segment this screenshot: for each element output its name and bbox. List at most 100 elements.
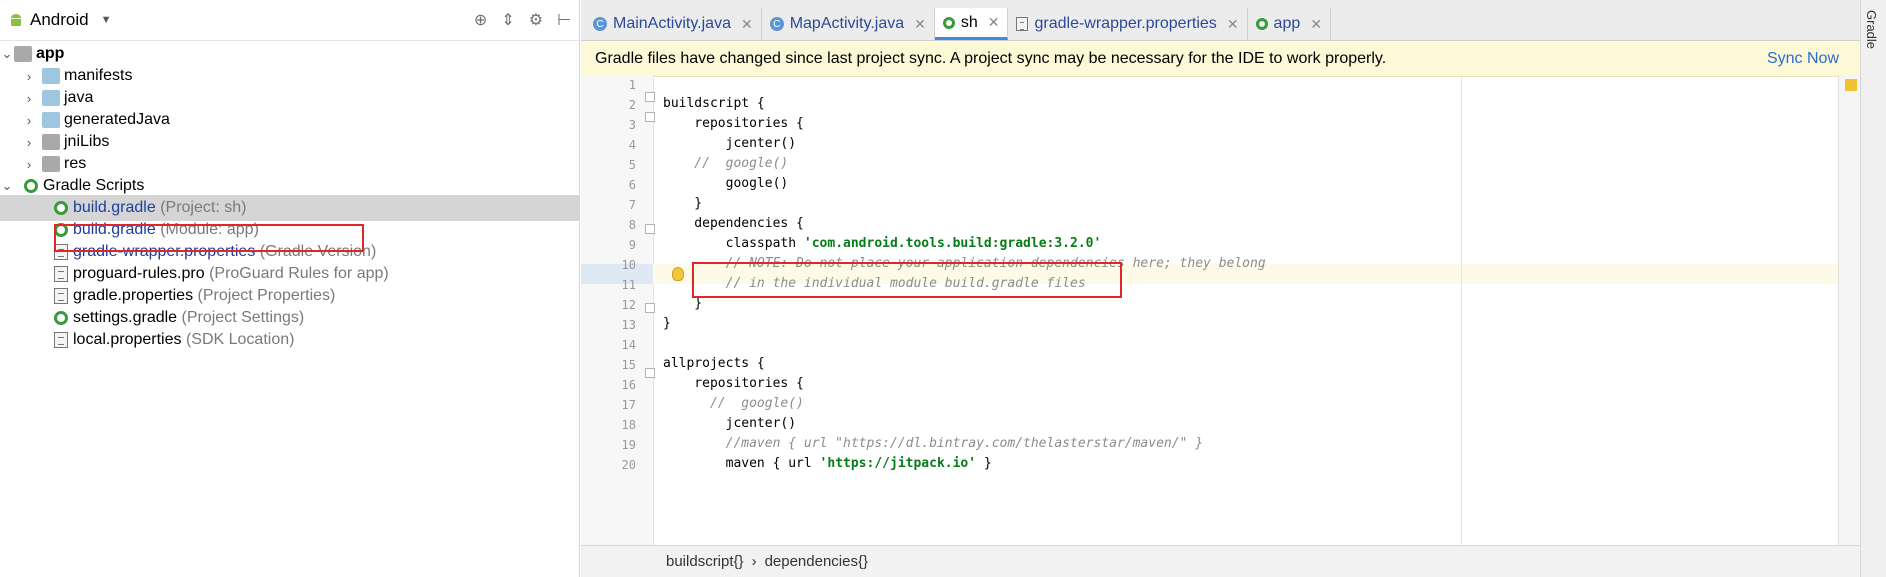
chevron-down-icon[interactable]: ▼	[101, 14, 112, 26]
project-view-selector[interactable]: Android ▼	[8, 10, 112, 30]
fold-marker-icon[interactable]	[645, 303, 655, 313]
line-number: 12	[621, 298, 636, 312]
code-line-comment: // google()	[663, 396, 804, 411]
tree-item-hint: (Project Properties)	[197, 287, 336, 304]
breadcrumb-separator: ›	[751, 553, 757, 570]
line-number: 4	[628, 138, 636, 152]
tree-item-label: java	[64, 89, 94, 106]
code-line: buildscript {	[663, 96, 765, 111]
close-icon[interactable]: ✕	[1310, 16, 1322, 33]
gradle-icon	[24, 179, 38, 193]
fold-marker-icon[interactable]	[645, 92, 655, 102]
code-line: google()	[663, 176, 789, 191]
breadcrumb-item[interactable]: dependencies{}	[765, 553, 868, 570]
fold-marker-icon[interactable]	[645, 368, 655, 378]
gradle-icon	[54, 311, 68, 325]
tree-item-label: manifests	[64, 67, 133, 84]
line-number: 16	[621, 378, 636, 392]
locate-icon[interactable]: ⊕	[474, 10, 487, 30]
right-tool-strip: Gradle	[1860, 0, 1886, 577]
chevron-right-icon[interactable]: ›	[22, 113, 36, 128]
fold-marker-icon[interactable]	[645, 224, 655, 234]
line-number: 6	[628, 178, 636, 192]
module-folder-icon	[14, 46, 32, 62]
tree-item-label: generatedJava	[64, 111, 170, 128]
properties-icon	[54, 288, 68, 304]
properties-icon	[54, 332, 68, 348]
code-line-comment: // google()	[663, 156, 789, 171]
chevron-down-icon[interactable]: ⌄	[0, 46, 14, 62]
tree-item-hint: (Project Settings)	[181, 309, 305, 326]
close-icon[interactable]: ✕	[741, 16, 753, 33]
code-content: buildscript { repositories { jcenter() /…	[663, 75, 1861, 545]
code-line: }	[663, 296, 703, 311]
chevron-right-icon[interactable]: ›	[22, 69, 36, 84]
hide-panel-icon[interactable]: ⊢	[557, 10, 571, 30]
tab-mainactivity[interactable]: C MainActivity.java ✕	[585, 8, 762, 40]
chevron-down-icon[interactable]: ⌄	[0, 178, 14, 194]
gear-icon[interactable]: ⚙	[529, 10, 543, 30]
tree-item-label: gradle.properties	[73, 287, 194, 304]
close-icon[interactable]: ✕	[914, 16, 926, 33]
folder-icon	[42, 68, 60, 84]
tab-app[interactable]: app ✕	[1248, 8, 1331, 40]
code-line-classpath: classpath 'com.android.tools.build:gradl…	[663, 236, 1102, 251]
banner-message: Gradle files have changed since last pro…	[595, 49, 1387, 67]
code-line: jcenter()	[663, 416, 797, 431]
line-number: 9	[628, 238, 636, 252]
code-line: repositories {	[663, 376, 804, 391]
line-number: 1	[628, 78, 636, 92]
tree-item-local-properties[interactable]: local.properties (SDK Location)	[0, 327, 579, 353]
code-line: repositories {	[663, 116, 804, 131]
chevron-right-icon[interactable]: ›	[22, 135, 36, 150]
highlight-annotation	[54, 224, 364, 252]
tab-mapactivity[interactable]: C MapActivity.java ✕	[762, 8, 935, 40]
tree-item-label: settings.gradle	[73, 309, 178, 326]
line-number: 19	[621, 438, 636, 452]
properties-icon	[54, 266, 68, 282]
code-text: }	[976, 456, 992, 471]
project-view-title: Android	[30, 10, 89, 29]
code-line-maven: maven { url 'https://jitpack.io' }	[663, 456, 992, 471]
line-number: 10	[621, 258, 636, 272]
editor-tab-bar: C MainActivity.java ✕ C MapActivity.java…	[581, 0, 1861, 41]
code-string: 'https://jitpack.io'	[819, 456, 977, 471]
tree-item-label: res	[64, 155, 87, 172]
code-line: }	[663, 316, 671, 331]
code-text: classpath	[663, 236, 804, 251]
sync-now-link[interactable]: Sync Now	[1767, 50, 1839, 68]
line-number: 20	[621, 458, 636, 472]
tab-label: MainActivity.java	[613, 15, 731, 32]
folder-icon	[42, 90, 60, 106]
line-number: 17	[621, 398, 636, 412]
code-line: dependencies {	[663, 216, 804, 231]
chevron-right-icon[interactable]: ›	[22, 157, 36, 172]
tree-item-label: jniLibs	[64, 133, 110, 150]
breadcrumb-item[interactable]: buildscript{}	[666, 553, 744, 570]
code-text: maven { url	[663, 456, 820, 471]
android-icon	[11, 14, 21, 26]
collapse-all-icon[interactable]: ⇕	[501, 10, 514, 30]
chevron-right-icon[interactable]: ›	[22, 91, 36, 106]
fold-marker-icon[interactable]	[645, 112, 655, 122]
project-panel-header: Android ▼ ⊕ ⇕ ⚙ ⊢	[0, 0, 579, 41]
line-number: 13	[621, 318, 636, 332]
gradle-sync-banner: Gradle files have changed since last pro…	[581, 41, 1861, 77]
tree-item-label: app	[36, 45, 65, 62]
code-line: jcenter()	[663, 136, 797, 151]
gradle-tool-button[interactable]: Gradle	[1864, 10, 1879, 49]
code-line-comment: //maven { url "https://dl.bintray.com/th…	[663, 436, 1204, 451]
tree-item-hint: (ProGuard Rules for app)	[209, 265, 389, 282]
tree-item-hint: (SDK Location)	[185, 331, 295, 348]
tree-item-hint: (Project: sh)	[160, 199, 247, 216]
tab-gradle-wrapper[interactable]: gradle-wrapper.properties ✕	[1008, 8, 1248, 40]
code-editor[interactable]: 1 2 3 4 5 6 7 8 9 10 11 12 13 14 15 16 17 18 19 20 buildscr…	[581, 75, 1861, 545]
line-number: 3	[628, 118, 636, 132]
tab-sh[interactable]: sh ✕	[934, 8, 1009, 40]
line-number: 14	[621, 338, 636, 352]
close-icon[interactable]: ✕	[988, 14, 1000, 31]
warning-marker-icon[interactable]	[1845, 79, 1857, 91]
editor-scrollbar[interactable]	[1838, 75, 1861, 545]
properties-icon	[1016, 17, 1029, 31]
close-icon[interactable]: ✕	[1227, 16, 1239, 33]
